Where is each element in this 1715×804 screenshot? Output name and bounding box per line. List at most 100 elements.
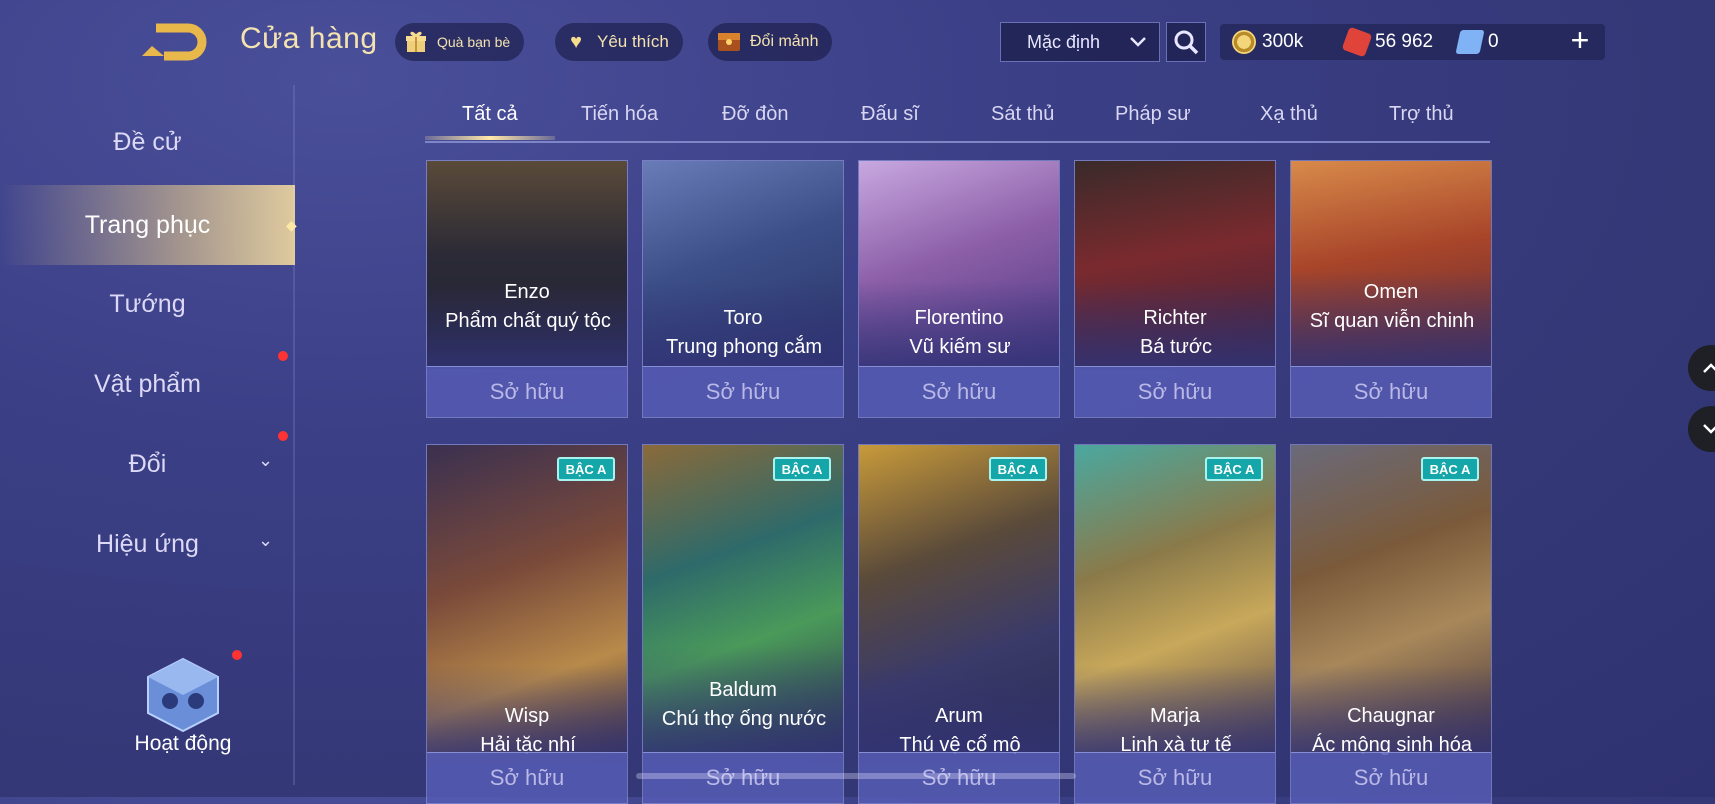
hero-name: Enzo: [504, 281, 550, 303]
voucher-currency: 0: [1455, 24, 1499, 60]
tier-badge: BẬC A: [1205, 457, 1263, 481]
sidebar-item-items[interactable]: Vật phẩm: [0, 370, 295, 399]
hero-name: Arum: [935, 705, 983, 727]
skin-name: Chú thợ ống nước: [661, 708, 827, 730]
voucher-icon: [1455, 30, 1485, 54]
skin-card[interactable]: Omen Sĩ quan viễn chinh Sở hữu: [1290, 160, 1492, 418]
skin-name: Phẩm chất quý tộc: [445, 310, 611, 332]
hero-name: Richter: [1143, 307, 1207, 329]
owned-status: Sở hữu: [427, 752, 627, 803]
ruby-amount: 56 962: [1375, 31, 1434, 52]
sidebar-item-label: Đề cử: [113, 128, 182, 156]
owned-status: Sở hữu: [1291, 366, 1491, 417]
tab-support[interactable]: Trợ thủ: [1389, 103, 1454, 126]
top-bar: Cửa hàng Quà bạn bè ♥ Yêu thích Đổi mảnh…: [0, 0, 1715, 88]
plus-icon: +: [1570, 22, 1590, 58]
chevron-up-icon: [1703, 363, 1715, 373]
voucher-amount: 0: [1488, 31, 1499, 52]
tab-fighter[interactable]: Đấu sĩ: [861, 103, 919, 126]
chevron-down-icon: [1130, 37, 1146, 47]
skin-name: Bá tước: [1139, 336, 1213, 358]
tab-mage[interactable]: Pháp sư: [1115, 103, 1191, 126]
category-tabs: Tất cả Tiến hóa Đỡ đòn Đấu sĩ Sát thủ Ph…: [425, 95, 1490, 143]
search-button[interactable]: [1166, 22, 1206, 62]
owned-status: Sở hữu: [859, 366, 1059, 417]
search-icon: [1174, 30, 1199, 55]
friend-gift-label: Quà bạn bè: [437, 34, 511, 50]
favorites-button[interactable]: ♥ Yêu thích: [555, 23, 683, 61]
horizontal-scrollbar[interactable]: [636, 773, 1076, 779]
sidebar-item-label: Trang phục: [84, 211, 211, 239]
sort-value: Mặc định: [1027, 31, 1101, 52]
card-shade: [643, 645, 843, 765]
tier-badge: BẬC A: [773, 457, 831, 481]
sidebar-item-heroes[interactable]: Tướng: [0, 290, 295, 319]
hero-name: Wisp: [504, 705, 550, 727]
chevron-down-icon: ⌄: [258, 530, 274, 550]
tier-badge: BẬC A: [989, 457, 1047, 481]
hero-name: Omen: [1363, 281, 1419, 303]
favorites-label: Yêu thích: [597, 32, 669, 51]
exchange-shards-label: Đổi mảnh: [750, 33, 819, 50]
sidebar-item-recommended[interactable]: Đề cử: [0, 128, 295, 157]
skin-card[interactable]: BẬC A Wisp Hải tặc nhí Sở hữu: [426, 444, 628, 804]
tab-evolution[interactable]: Tiến hóa: [581, 103, 658, 126]
sidebar-item-effects[interactable]: Hiệu ứng ⌄: [0, 530, 295, 559]
sidebar-item-label: Vật phẩm: [93, 370, 201, 398]
ruby-currency: 56 962: [1341, 24, 1434, 60]
active-tab-indicator: [425, 136, 555, 140]
gold-currency: 300k: [1232, 24, 1303, 60]
scroll-down-button[interactable]: [1688, 406, 1715, 452]
owned-status: Sở hữu: [1291, 752, 1491, 803]
owned-status: Sở hữu: [1075, 752, 1275, 803]
skin-name: Trung phong cắm: [665, 336, 822, 358]
add-currency-button[interactable]: +: [1560, 20, 1600, 60]
skin-card[interactable]: Enzo Phẩm chất quý tộc Sở hữu: [426, 160, 628, 418]
back-arrow-icon: [142, 23, 207, 61]
back-button[interactable]: [138, 18, 208, 62]
skin-name: Vũ kiếm sư: [909, 336, 1011, 358]
sidebar-item-label: Đổi: [128, 450, 167, 478]
sidebar-item-skins[interactable]: Trang phục ◆: [0, 185, 297, 265]
skin-card[interactable]: BẬC A Arum Thú vệ cổ mộ Sở hữu: [858, 444, 1060, 804]
activity-button[interactable]: Hoạt động: [118, 655, 248, 756]
skin-card[interactable]: Toro Trung phong cắm Sở hữu: [642, 160, 844, 418]
gold-coin-icon: [1232, 30, 1256, 54]
ruby-icon: [1341, 26, 1373, 58]
friend-gift-button[interactable]: Quà bạn bè: [395, 23, 525, 61]
page-title: Cửa hàng: [240, 22, 378, 55]
hero-name: Chaugnar: [1347, 705, 1435, 727]
notification-dot: [278, 431, 288, 441]
chevron-down-icon: [1703, 424, 1715, 434]
tab-all[interactable]: Tất cả: [462, 103, 518, 126]
tab-assassin[interactable]: Sát thủ: [991, 103, 1054, 126]
skin-card[interactable]: Florentino Vũ kiếm sư Sở hữu: [858, 160, 1060, 418]
gift-icon: [403, 29, 429, 55]
activity-cube-icon: [147, 657, 219, 733]
exchange-shards-button[interactable]: Đổi mảnh: [708, 23, 833, 61]
owned-status: Sở hữu: [427, 366, 627, 417]
skin-card[interactable]: BẬC A Baldum Chú thợ ống nước Sở hữu: [642, 444, 844, 804]
activity-label: Hoạt động: [134, 732, 232, 755]
tab-tank[interactable]: Đỡ đòn: [722, 103, 788, 126]
sort-dropdown[interactable]: Mặc định: [1000, 22, 1160, 62]
sidebar-item-label: Tướng: [109, 290, 186, 318]
tier-badge: BẬC A: [1421, 457, 1479, 481]
skin-name: Sĩ quan viễn chinh: [1309, 310, 1475, 332]
scroll-up-button[interactable]: [1688, 345, 1715, 391]
owned-status: Sở hữu: [643, 366, 843, 417]
owned-status: Sở hữu: [1075, 366, 1275, 417]
chest-icon: [716, 29, 742, 55]
skin-card[interactable]: BẬC A Chaugnar Ác mộng sinh hóa Sở hữu: [1290, 444, 1492, 804]
hero-name: Toro: [723, 307, 763, 329]
skin-card[interactable]: Richter Bá tước Sở hữu: [1074, 160, 1276, 418]
tab-marksman[interactable]: Xạ thủ: [1260, 103, 1318, 126]
sidebar-item-exchange[interactable]: Đổi ⌄: [0, 450, 295, 479]
active-diamond-icon: ◆: [286, 217, 297, 233]
chevron-down-icon: ⌄: [258, 450, 274, 470]
skin-card[interactable]: BẬC A Marja Linh xà tư tế Sở hữu: [1074, 444, 1276, 804]
gold-amount: 300k: [1262, 31, 1304, 52]
notification-dot: [278, 351, 288, 361]
heart-icon: ♥: [570, 30, 582, 53]
tier-badge: BẬC A: [557, 457, 615, 481]
